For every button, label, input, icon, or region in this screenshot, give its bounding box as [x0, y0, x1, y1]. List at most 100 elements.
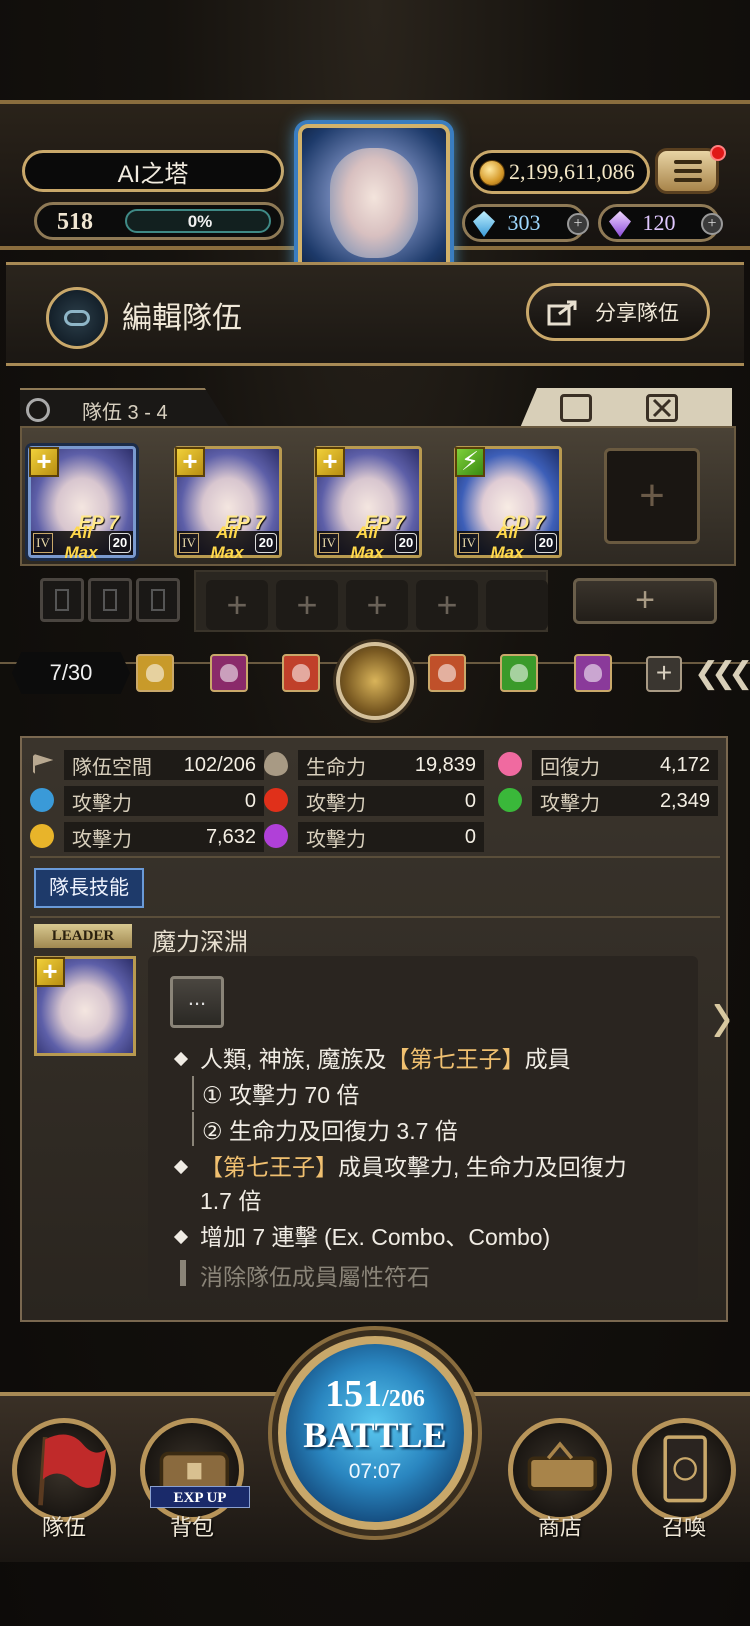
- human-red-icon[interactable]: [428, 654, 466, 692]
- heart-icon: [498, 752, 522, 776]
- team-card[interactable]: + EP 7 IV All Max 20: [28, 446, 136, 562]
- stat-team-space: 隊伍空間 102/206: [33, 750, 264, 780]
- add-ribbon-button[interactable]: +: [573, 578, 717, 624]
- edit-team-bar: 編輯隊伍 分享隊伍: [6, 262, 744, 366]
- stat-value: 102/206: [183, 753, 256, 776]
- close-icon: [652, 398, 672, 418]
- soul-amount: 120: [642, 210, 676, 235]
- fire-icon: [264, 788, 288, 812]
- card-status: All Max: [350, 523, 384, 562]
- summon-card-icon: [663, 1435, 707, 1503]
- shop-nav-label: 商店: [537, 1515, 582, 1540]
- stamina-current: 151: [325, 1373, 383, 1415]
- slot-icon: [55, 589, 69, 611]
- skill-text: ② 生命力及回復力 3.7 倍: [202, 1118, 458, 1144]
- gold-amount: 2,199,611,086: [509, 159, 635, 184]
- stat-value: 19,839: [414, 753, 476, 776]
- leader-card[interactable]: +: [34, 956, 136, 1056]
- human-purple-icon[interactable]: [574, 654, 612, 692]
- skill-text: 增加 7 連擊 (Ex. Combo、Combo): [200, 1224, 551, 1250]
- shop-nav-button[interactable]: [508, 1418, 612, 1522]
- exp-percent: 0%: [187, 212, 213, 231]
- back-button[interactable]: [46, 287, 108, 349]
- leader-badge: LEADER: [34, 924, 132, 948]
- skill-line: 人類, 神族, 魔族及【第七王子】成員: [173, 1040, 571, 1074]
- card-status-bar: IV All Max 20: [177, 523, 279, 562]
- skill-text: ① 攻擊力 70 倍: [202, 1082, 360, 1108]
- card-rank: IV: [319, 533, 339, 553]
- player-name: AI之塔: [117, 160, 189, 188]
- player-name-bar[interactable]: AI之塔: [22, 150, 284, 192]
- equipment-slot[interactable]: [40, 578, 84, 622]
- diamond-icon: [473, 211, 495, 237]
- team-count-value: 7/30: [49, 660, 93, 685]
- add-craft-slot[interactable]: +: [346, 580, 408, 630]
- share-team-button[interactable]: 分享隊伍: [526, 283, 710, 341]
- equipment-slot[interactable]: [136, 578, 180, 622]
- card-level: 20: [255, 533, 277, 553]
- stat-label: 攻擊力: [540, 792, 600, 815]
- collapse-arrows-icon[interactable]: ❮❮❮: [694, 656, 750, 691]
- stat-dark-attack: 攻擊力 0: [264, 822, 484, 852]
- team-card[interactable]: ⚡ CD 7 IV All Max 20: [454, 446, 562, 562]
- add-craft-slot[interactable]: +: [276, 580, 338, 630]
- clear-team-icon[interactable]: [646, 394, 678, 422]
- stat-label: 攻擊力: [306, 828, 366, 851]
- card-rank: IV: [33, 533, 53, 553]
- skill-highlight: 【第七王子】: [386, 1046, 525, 1072]
- hamburger-line: [674, 178, 702, 182]
- human-gold-icon[interactable]: [336, 642, 414, 720]
- team-card[interactable]: + EP 7 IV All Max 20: [314, 446, 422, 562]
- skill-line: ① 攻擊力 70 倍: [192, 1076, 359, 1110]
- team-tab[interactable]: 隊伍 3 - 4: [20, 388, 230, 428]
- beast-butterfly-icon[interactable]: [282, 654, 320, 692]
- skill-highlight: 【第七王子】: [200, 1154, 338, 1180]
- beast-paw-icon[interactable]: [500, 654, 538, 692]
- card-status: All Max: [210, 523, 244, 562]
- stat-label: 生命力: [306, 756, 366, 779]
- battle-button[interactable]: 151/206 BATTLE 07:07: [278, 1336, 472, 1530]
- stat-label: 回復力: [540, 756, 600, 779]
- skill-line: 1.7 倍: [200, 1182, 261, 1216]
- stat-wood-attack: 攻擊力 2,349: [498, 786, 718, 816]
- soul-counter: 120 +: [598, 204, 723, 242]
- team-edit-icon: [26, 398, 50, 422]
- empty-card-slot[interactable]: +: [604, 448, 700, 544]
- wood-icon: [498, 788, 522, 812]
- team-card[interactable]: + EP 7 IV All Max 20: [174, 446, 282, 562]
- skill-text: 成員: [524, 1046, 571, 1072]
- light-attribute-icon: +: [315, 447, 345, 477]
- diamond-counter: 303 +: [462, 204, 589, 242]
- light-attribute-icon: +: [35, 957, 65, 987]
- exp-up-badge: EXP UP: [150, 1486, 250, 1508]
- add-soul-button[interactable]: +: [701, 213, 723, 235]
- player-level: 518: [57, 209, 93, 235]
- more-button[interactable]: ...: [170, 976, 224, 1028]
- team-tab-label: 隊伍 3 - 4: [82, 402, 168, 424]
- leader-skill-description: ... 人類, 神族, 魔族及【第七王子】成員 ① 攻擊力 70 倍 ② 生命力…: [148, 956, 698, 1300]
- equipment-slot[interactable]: [88, 578, 132, 622]
- team-nav-button[interactable]: [12, 1418, 116, 1522]
- stat-label: 攻擊力: [72, 828, 132, 851]
- elf-light-icon[interactable]: [136, 654, 174, 692]
- craft-slot[interactable]: [486, 580, 548, 630]
- filter-row: 7/30 + ❮❮❮: [0, 642, 750, 732]
- summon-nav-button[interactable]: [632, 1418, 736, 1522]
- craft-slot-strip: + + + +: [194, 570, 548, 632]
- menu-button[interactable]: [655, 145, 726, 194]
- tab-leader-skill[interactable]: 隊長技能: [34, 868, 144, 908]
- add-craft-slot[interactable]: +: [206, 580, 268, 630]
- stat-value: 7,632: [205, 825, 256, 848]
- next-arrow-icon[interactable]: ›: [712, 966, 732, 1063]
- demon-icon[interactable]: [210, 654, 248, 692]
- add-diamond-button[interactable]: +: [567, 213, 589, 235]
- skill-line: 【第七王子】成員攻擊力, 生命力及回復力: [173, 1148, 627, 1182]
- bag-nav-label: 背包: [169, 1515, 214, 1540]
- summon-nav-label: 召喚: [661, 1515, 706, 1540]
- card-status-bar: IV All Max 20: [317, 523, 419, 562]
- add-craft-slot[interactable]: +: [416, 580, 478, 630]
- stat-value: 0: [464, 789, 476, 812]
- player-avatar[interactable]: [298, 124, 450, 284]
- add-filter-button[interactable]: +: [646, 656, 682, 692]
- copy-team-icon[interactable]: [560, 394, 592, 422]
